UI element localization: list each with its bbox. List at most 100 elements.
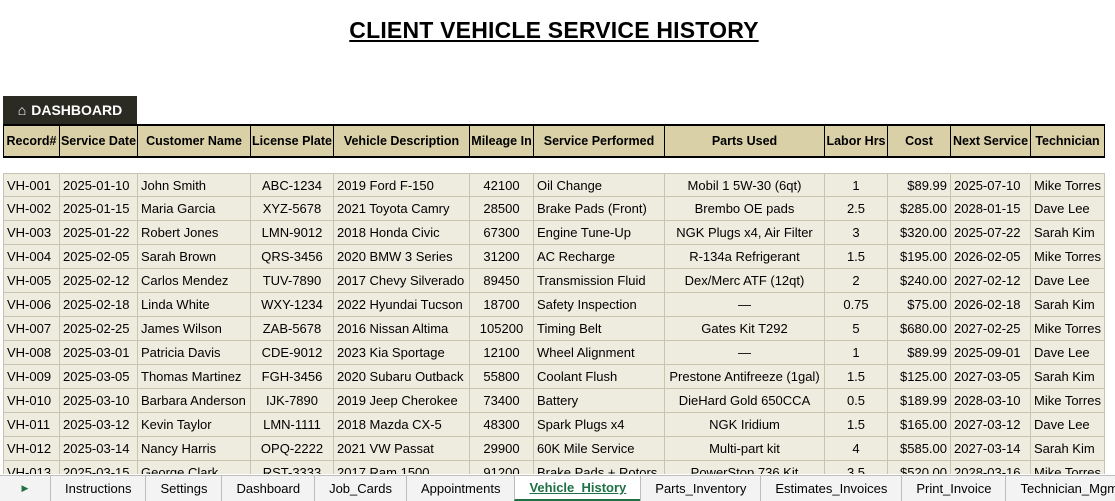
cell-vehicle-description[interactable]: 2017 Chevy Silverado [334, 269, 470, 293]
cell-labor-hrs[interactable]: 1 [825, 173, 888, 197]
cell-customer-name[interactable]: Sarah Brown [138, 245, 251, 269]
cell-cost[interactable]: $240.00 [888, 269, 951, 293]
cell-labor-hrs[interactable]: 1.5 [825, 413, 888, 437]
cell-parts-used[interactable]: PowerStop 736 Kit [665, 461, 825, 474]
cell-technician[interactable]: Dave Lee [1031, 269, 1105, 293]
cell-record[interactable]: VH-007 [3, 317, 60, 341]
cell-service-performed[interactable]: Safety Inspection [534, 293, 665, 317]
cell-next-service[interactable]: 2028-03-10 [951, 389, 1031, 413]
cell-technician[interactable]: Dave Lee [1031, 341, 1105, 365]
cell-service-date[interactable]: 2025-03-01 [60, 341, 138, 365]
cell-labor-hrs[interactable]: 1.5 [825, 365, 888, 389]
cell-technician[interactable]: Sarah Kim [1031, 437, 1105, 461]
cell-next-service[interactable]: 2027-02-12 [951, 269, 1031, 293]
dashboard-button[interactable]: ⌂ DASHBOARD [3, 96, 137, 124]
cell-technician[interactable]: Dave Lee [1031, 413, 1105, 437]
column-header-technician[interactable]: Technician [1031, 126, 1105, 156]
cell-mileage-in[interactable]: 29900 [470, 437, 534, 461]
cell-mileage-in[interactable]: 89450 [470, 269, 534, 293]
cell-service-performed[interactable]: Oil Change [534, 173, 665, 197]
cell-mileage-in[interactable]: 67300 [470, 221, 534, 245]
cell-labor-hrs[interactable]: 3 [825, 221, 888, 245]
cell-license-plate[interactable]: XYZ-5678 [251, 197, 334, 221]
cell-service-date[interactable]: 2025-03-05 [60, 365, 138, 389]
cell-license-plate[interactable]: ABC-1234 [251, 173, 334, 197]
cell-cost[interactable]: $680.00 [888, 317, 951, 341]
cell-license-plate[interactable]: LMN-1111 [251, 413, 334, 437]
tab-vehicle-history[interactable]: Vehicle_History [514, 476, 641, 501]
cell-customer-name[interactable]: George Clark [138, 461, 251, 474]
cell-customer-name[interactable]: Maria Garcia [138, 197, 251, 221]
cell-vehicle-description[interactable]: 2022 Hyundai Tucson [334, 293, 470, 317]
cell-customer-name[interactable]: Thomas Martinez [138, 365, 251, 389]
cell-service-performed[interactable]: 60K Mile Service [534, 437, 665, 461]
cell-service-date[interactable]: 2025-02-12 [60, 269, 138, 293]
cell-cost[interactable]: $75.00 [888, 293, 951, 317]
column-header-service-performed[interactable]: Service Performed [534, 126, 665, 156]
cell-license-plate[interactable]: TUV-7890 [251, 269, 334, 293]
cell-next-service[interactable]: 2028-01-15 [951, 197, 1031, 221]
cell-customer-name[interactable]: John Smith [138, 173, 251, 197]
cell-vehicle-description[interactable]: 2017 Ram 1500 [334, 461, 470, 474]
cell-record[interactable]: VH-005 [3, 269, 60, 293]
cell-next-service[interactable]: 2027-03-12 [951, 413, 1031, 437]
cell-service-date[interactable]: 2025-02-05 [60, 245, 138, 269]
cell-license-plate[interactable]: WXY-1234 [251, 293, 334, 317]
cell-record[interactable]: VH-009 [3, 365, 60, 389]
cell-service-date[interactable]: 2025-01-22 [60, 221, 138, 245]
cell-vehicle-description[interactable]: 2019 Ford F-150 [334, 173, 470, 197]
tab-dashboard[interactable]: Dashboard [221, 476, 314, 501]
tab-estimates-invoices[interactable]: Estimates_Invoices [760, 476, 901, 501]
cell-service-performed[interactable]: Timing Belt [534, 317, 665, 341]
cell-next-service[interactable]: 2025-09-01 [951, 341, 1031, 365]
cell-record[interactable]: VH-002 [3, 197, 60, 221]
cell-service-date[interactable]: 2025-03-12 [60, 413, 138, 437]
cell-service-date[interactable]: 2025-03-10 [60, 389, 138, 413]
cell-customer-name[interactable]: James Wilson [138, 317, 251, 341]
tab-settings[interactable]: Settings [145, 476, 221, 501]
cell-technician[interactable]: Sarah Kim [1031, 365, 1105, 389]
cell-record[interactable]: VH-010 [3, 389, 60, 413]
cell-mileage-in[interactable]: 12100 [470, 341, 534, 365]
cell-vehicle-description[interactable]: 2019 Jeep Cherokee [334, 389, 470, 413]
cell-record[interactable]: VH-012 [3, 437, 60, 461]
cell-next-service[interactable]: 2028-03-16 [951, 461, 1031, 474]
cell-next-service[interactable]: 2025-07-10 [951, 173, 1031, 197]
cell-technician[interactable]: Mike Torres [1031, 245, 1105, 269]
column-header-parts-used[interactable]: Parts Used [665, 126, 825, 156]
tab-technician-mgmt[interactable]: Technician_Mgmt [1005, 476, 1115, 501]
cell-parts-used[interactable]: NGK Iridium [665, 413, 825, 437]
column-header-cost[interactable]: Cost [888, 126, 951, 156]
cell-record[interactable]: VH-006 [3, 293, 60, 317]
cell-next-service[interactable]: 2027-02-25 [951, 317, 1031, 341]
cell-service-performed[interactable]: Battery [534, 389, 665, 413]
cell-license-plate[interactable]: CDE-9012 [251, 341, 334, 365]
cell-vehicle-description[interactable]: 2020 BMW 3 Series [334, 245, 470, 269]
cell-service-performed[interactable]: Brake Pads + Rotors [534, 461, 665, 474]
cell-cost[interactable]: $89.99 [888, 341, 951, 365]
column-header-customer-name[interactable]: Customer Name [138, 126, 251, 156]
cell-vehicle-description[interactable]: 2020 Subaru Outback [334, 365, 470, 389]
column-header-labor-hrs[interactable]: Labor Hrs [825, 126, 888, 156]
cell-vehicle-description[interactable]: 2021 VW Passat [334, 437, 470, 461]
cell-service-performed[interactable]: Wheel Alignment [534, 341, 665, 365]
cell-license-plate[interactable]: RST-3333 [251, 461, 334, 474]
cell-mileage-in[interactable]: 91200 [470, 461, 534, 474]
cell-mileage-in[interactable]: 28500 [470, 197, 534, 221]
cell-parts-used[interactable]: Multi-part kit [665, 437, 825, 461]
cell-technician[interactable]: Mike Torres [1031, 389, 1105, 413]
column-header-service-date[interactable]: Service Date [60, 126, 138, 156]
cell-vehicle-description[interactable]: 2018 Mazda CX-5 [334, 413, 470, 437]
cell-parts-used[interactable]: Prestone Antifreeze (1gal) [665, 365, 825, 389]
cell-parts-used[interactable]: Brembo OE pads [665, 197, 825, 221]
cell-record[interactable]: VH-008 [3, 341, 60, 365]
cell-service-performed[interactable]: Spark Plugs x4 [534, 413, 665, 437]
cell-license-plate[interactable]: OPQ-2222 [251, 437, 334, 461]
cell-technician[interactable]: Dave Lee [1031, 197, 1105, 221]
cell-service-performed[interactable]: AC Recharge [534, 245, 665, 269]
cell-mileage-in[interactable]: 42100 [470, 173, 534, 197]
cell-record[interactable]: VH-004 [3, 245, 60, 269]
cell-technician[interactable]: Mike Torres [1031, 317, 1105, 341]
cell-record[interactable]: VH-013 [3, 461, 60, 474]
cell-cost[interactable]: $520.00 [888, 461, 951, 474]
